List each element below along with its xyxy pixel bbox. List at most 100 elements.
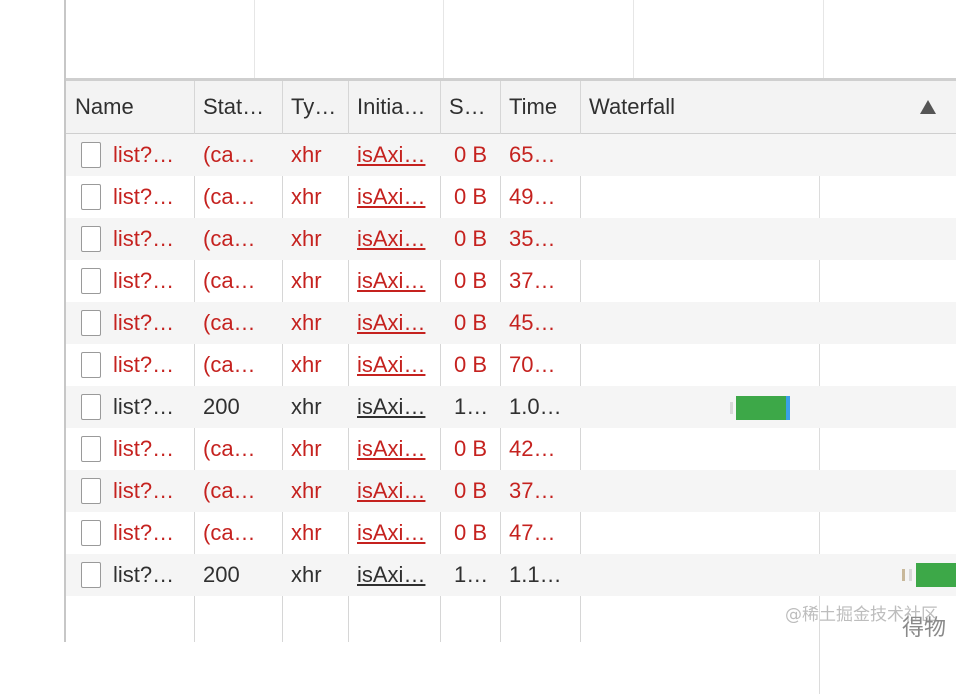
cell-time: 1.1… xyxy=(509,562,562,587)
cell-status: (ca… xyxy=(203,184,256,209)
overview-gridline xyxy=(443,0,444,78)
overview-gridline xyxy=(633,0,634,78)
cell-initiator[interactable]: isAxi… xyxy=(348,470,440,512)
cell-status: (ca… xyxy=(203,520,256,545)
column-header-waterfall[interactable]: Waterfall xyxy=(580,81,880,133)
cell-status: (ca… xyxy=(203,268,256,293)
table-row[interactable]: list?… (ca… xhr isAxi… 0 B 37… xyxy=(66,470,956,512)
cell-initiator[interactable]: isAxi… xyxy=(348,344,440,386)
cell-type: xhr xyxy=(291,520,322,545)
table-row[interactable]: list?… 200 xhr isAxi… 1… 1.1… xyxy=(66,554,956,596)
cell-size: 1… xyxy=(454,394,489,419)
cell-initiator[interactable]: isAxi… xyxy=(348,134,440,176)
table-row[interactable]: list?… (ca… xhr isAxi… 0 B 70… xyxy=(66,344,956,386)
sort-ascending-icon[interactable] xyxy=(920,100,936,114)
cell-initiator[interactable]: isAxi… xyxy=(348,218,440,260)
table-header: Name Stat… Ty… Initia… S… Time Waterfall xyxy=(66,81,956,134)
cell-name: list?… xyxy=(113,184,175,209)
cell-name: list?… xyxy=(113,520,175,545)
table-row[interactable]: list?… (ca… xhr isAxi… 0 B 37… xyxy=(66,260,956,302)
cell-name: list?… xyxy=(113,436,175,461)
file-icon xyxy=(81,310,101,336)
cell-type: xhr xyxy=(291,562,322,587)
cell-status: (ca… xyxy=(203,436,256,461)
cell-name: list?… xyxy=(113,226,175,251)
cell-initiator[interactable]: isAxi… xyxy=(348,554,440,596)
cell-type: xhr xyxy=(291,394,322,419)
cell-name: list?… xyxy=(113,478,175,503)
cell-size: 0 B xyxy=(454,310,488,335)
file-icon xyxy=(81,352,101,378)
column-header-size[interactable]: S… xyxy=(440,81,500,133)
cell-initiator[interactable]: isAxi… xyxy=(348,386,440,428)
file-icon xyxy=(81,520,101,546)
table-row[interactable]: list?… 200 xhr isAxi… 1… 1.0… xyxy=(66,386,956,428)
requests-table: Name Stat… Ty… Initia… S… Time Waterfall… xyxy=(66,81,956,694)
cell-time: 65… xyxy=(509,142,556,167)
cell-status: 200 xyxy=(203,562,240,587)
file-icon xyxy=(81,436,101,462)
cell-name: list?… xyxy=(113,562,175,587)
cell-initiator[interactable]: isAxi… xyxy=(348,512,440,554)
file-icon xyxy=(81,184,101,210)
cell-type: xhr xyxy=(291,310,322,335)
waterfall-bar[interactable] xyxy=(736,396,786,420)
cell-size: 0 B xyxy=(454,520,488,545)
cell-status: (ca… xyxy=(203,478,256,503)
waterfall-queue-bar xyxy=(730,402,733,414)
cell-size: 0 B xyxy=(454,436,488,461)
cell-size: 0 B xyxy=(454,478,488,503)
column-header-initiator[interactable]: Initia… xyxy=(348,81,440,133)
cell-initiator[interactable]: isAxi… xyxy=(348,428,440,470)
cell-initiator[interactable]: isAxi… xyxy=(348,176,440,218)
cell-type: xhr xyxy=(291,478,322,503)
column-header-name[interactable]: Name xyxy=(66,81,194,133)
cell-status: (ca… xyxy=(203,142,256,167)
file-icon xyxy=(81,226,101,252)
cell-time: 70… xyxy=(509,352,556,377)
waterfall-queue-bar xyxy=(902,569,905,581)
cell-name: list?… xyxy=(113,394,175,419)
table-row[interactable]: list?… (ca… xhr isAxi… 0 B 35… xyxy=(66,218,956,260)
cell-size: 0 B xyxy=(454,184,488,209)
overview-gridline xyxy=(823,0,824,78)
waterfall-overview[interactable] xyxy=(66,0,956,81)
cell-initiator[interactable]: isAxi… xyxy=(348,260,440,302)
waterfall-bar[interactable] xyxy=(916,563,956,587)
cell-size: 0 B xyxy=(454,226,488,251)
waterfall-download-bar xyxy=(786,396,790,420)
watermark-overlay-text: 得物 xyxy=(901,616,946,641)
cell-time: 37… xyxy=(509,268,556,293)
cell-type: xhr xyxy=(291,184,322,209)
file-icon xyxy=(81,562,101,588)
cell-initiator[interactable]: isAxi… xyxy=(348,302,440,344)
network-panel: Name Stat… Ty… Initia… S… Time Waterfall… xyxy=(64,0,956,694)
cell-time: 42… xyxy=(509,436,556,461)
cell-status: (ca… xyxy=(203,352,256,377)
cell-time: 45… xyxy=(509,310,556,335)
waterfall-stalled-bar xyxy=(909,569,912,581)
column-header-time[interactable]: Time xyxy=(500,81,580,133)
cell-status: (ca… xyxy=(203,226,256,251)
table-row[interactable]: list?… (ca… xhr isAxi… 0 B 47… xyxy=(66,512,956,554)
cell-type: xhr xyxy=(291,352,322,377)
column-header-status[interactable]: Stat… xyxy=(194,81,282,133)
cell-name: list?… xyxy=(113,142,175,167)
cell-name: list?… xyxy=(113,310,175,335)
cell-name: list?… xyxy=(113,268,175,293)
table-row[interactable]: list?… (ca… xhr isAxi… 0 B 42… xyxy=(66,428,956,470)
overview-gridline xyxy=(254,0,255,78)
table-row[interactable]: list?… (ca… xhr isAxi… 0 B 49… xyxy=(66,176,956,218)
cell-time: 35… xyxy=(509,226,556,251)
cell-size: 0 B xyxy=(454,142,488,167)
cell-time: 37… xyxy=(509,478,556,503)
column-header-type[interactable]: Ty… xyxy=(282,81,348,133)
table-row[interactable]: list?… (ca… xhr isAxi… 0 B 65… xyxy=(66,134,956,176)
table-row[interactable]: list?… (ca… xhr isAxi… 0 B 45… xyxy=(66,302,956,344)
cell-type: xhr xyxy=(291,142,322,167)
cell-type: xhr xyxy=(291,226,322,251)
file-icon xyxy=(81,478,101,504)
cell-status: (ca… xyxy=(203,310,256,335)
cell-size: 0 B xyxy=(454,352,488,377)
cell-time: 47… xyxy=(509,520,556,545)
